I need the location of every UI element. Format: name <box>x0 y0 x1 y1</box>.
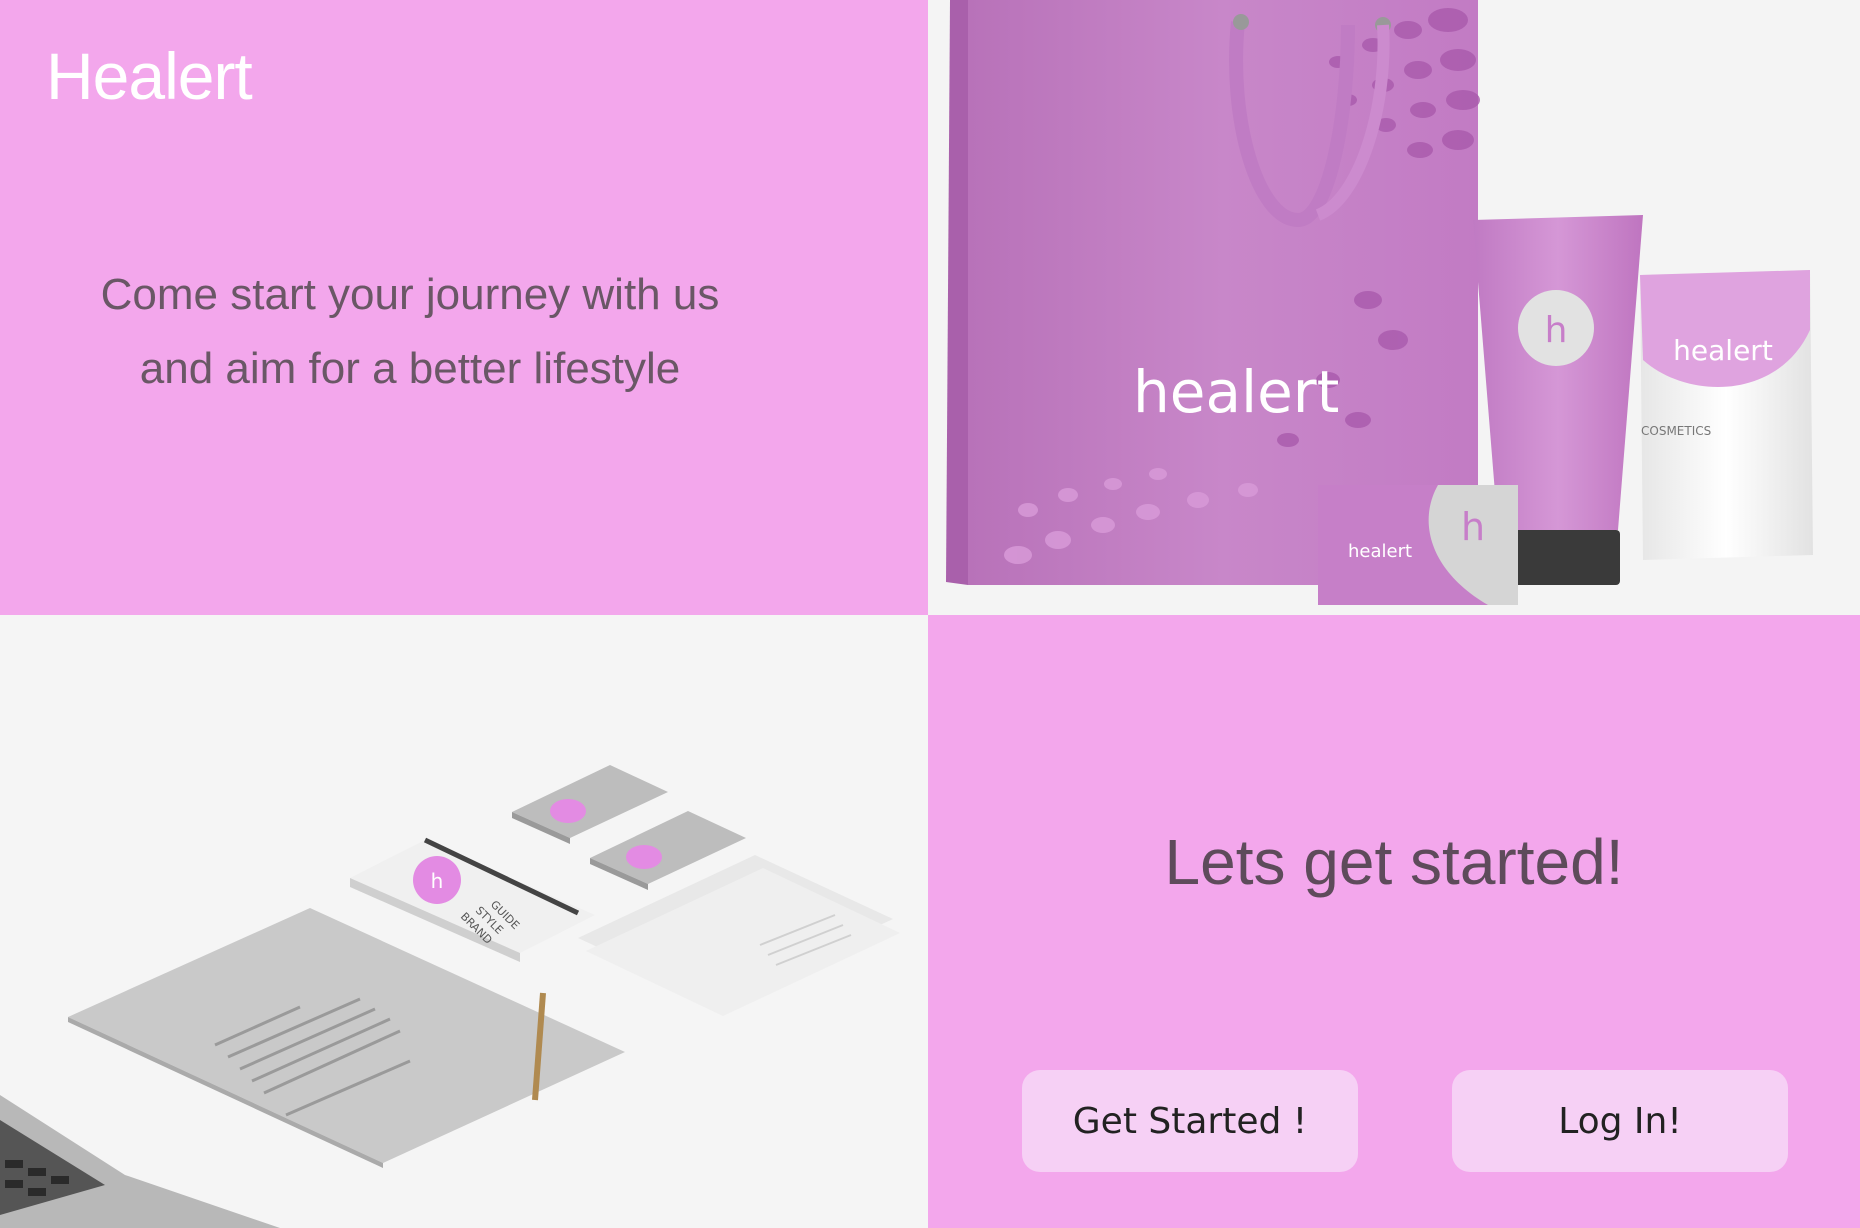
product-mockup-image: healert h healert COSMETICS healert h <box>928 0 1860 615</box>
brand-title: Healert <box>46 39 253 113</box>
cta-title: Lets get started! <box>1164 826 1624 898</box>
hero-panel: Healert Come start your journey with us … <box>0 0 928 615</box>
tagline-line-2: and aim for a better lifestyle <box>139 344 681 393</box>
cta-panel: Lets get started! Get Started ! Log In! <box>928 615 1860 1228</box>
tube-logo-letter: h <box>1545 310 1568 351</box>
hero-tagline: Come start your journey with us and aim … <box>60 258 760 406</box>
landing-grid: Healert Come start your journey with us … <box>0 0 1860 1228</box>
pouch-label: healert <box>1673 334 1773 367</box>
card-box-label: healert <box>1348 541 1412 562</box>
bag-label: healert <box>1133 358 1339 426</box>
pouch-subtitle: COSMETICS <box>1641 424 1711 438</box>
product-photo: healert h healert COSMETICS healert h <box>928 0 1860 615</box>
stationery-mockup-image: h BRAND STYLE GUIDE <box>0 615 928 1228</box>
get-started-button[interactable]: Get Started ! <box>1022 1070 1358 1172</box>
stationery-photo: h BRAND STYLE GUIDE <box>0 615 928 1228</box>
tagline-line-1: Come start your journey with us <box>100 270 720 319</box>
login-button[interactable]: Log In! <box>1452 1070 1788 1172</box>
booklet-logo-letter: h <box>431 869 444 893</box>
cream-tube <box>1473 215 1643 530</box>
card-box-letter: h <box>1461 505 1485 549</box>
